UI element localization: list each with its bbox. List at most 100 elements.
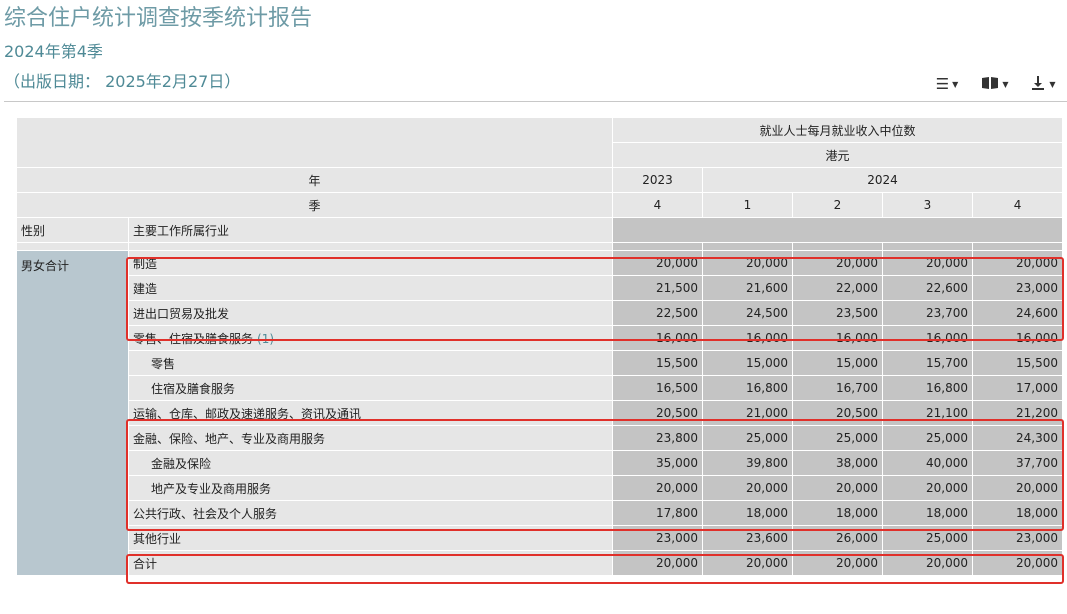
industry-label: 住宿及膳食服务	[128, 375, 613, 401]
industry-label-text: 制造	[133, 256, 158, 271]
table-row: 金融、保险、地产、专业及商用服务 23,800 25,000 25,000 25,000…	[17, 425, 1064, 451]
industry-label: 进出口贸易及批发	[128, 300, 613, 326]
value-cell: 18,000	[971, 500, 1064, 526]
value-cell: 25,000	[792, 425, 883, 451]
value-cell: 22,600	[882, 275, 973, 301]
industry-label: 公共行政、社会及个人服务	[128, 500, 613, 526]
industry-label: 合计	[128, 550, 613, 576]
spacer-cell	[882, 242, 973, 251]
industry-column-header: 主要工作所属行业	[128, 217, 613, 243]
industry-label-text: 零售、住宿及膳食服务	[133, 331, 254, 346]
caret-down-icon: ▼	[1002, 79, 1009, 89]
publication-date: （出版日期： 2025年2月27日）	[4, 72, 241, 91]
industry-label: 建造	[128, 275, 613, 301]
quarter-cell: 2	[792, 192, 883, 218]
table-row: 合计 20,000 20,000 20,000 20,000 20,000	[17, 550, 1064, 576]
list-icon: ☰	[935, 75, 950, 93]
page-title: 综合住户统计调查按季统计报告	[4, 6, 313, 31]
value-cell: 20,000	[792, 475, 883, 501]
value-cell: 16,000	[971, 325, 1064, 351]
year-label: 年	[16, 167, 613, 193]
industry-label-text: 进出口贸易及批发	[133, 306, 230, 321]
value-cell: 20,000	[612, 550, 703, 576]
year-cell: 2024	[701, 167, 1064, 193]
table-row: 男女合计 制造 20,000 20,000 20,000 20,000 20,000	[16, 250, 1064, 576]
value-cell: 16,000	[612, 325, 703, 351]
value-cell: 16,500	[612, 375, 703, 401]
value-cell: 15,500	[612, 350, 703, 376]
download-icon	[1030, 75, 1046, 94]
book-icon	[981, 76, 999, 93]
value-cell: 20,000	[971, 250, 1064, 276]
measure-header-row: 就业人士每月就业收入中位数	[16, 117, 1064, 168]
value-cell: 23,000	[971, 275, 1064, 301]
quarter-cell: 3	[882, 192, 973, 218]
value-cell: 18,000	[882, 500, 973, 526]
table-row: 公共行政、社会及个人服务 17,800 18,000 18,000 18,000 18,0…	[17, 500, 1064, 526]
value-cell: 20,000	[702, 250, 793, 276]
value-cell: 40,000	[882, 450, 973, 476]
value-cell: 16,800	[882, 375, 973, 401]
value-cell: 17,000	[971, 375, 1064, 401]
value-cell: 18,000	[792, 500, 883, 526]
download-menu-button[interactable]: ▼	[1019, 74, 1067, 94]
value-cell: 21,000	[702, 400, 793, 426]
quarter-cell: 1	[702, 192, 793, 218]
value-cell: 24,600	[971, 300, 1064, 326]
value-cell: 37,700	[971, 450, 1064, 476]
table-row: 建造 21,500 21,600 22,000 22,600 23,000	[17, 275, 1064, 301]
value-cell: 20,000	[882, 250, 973, 276]
footnote-link[interactable]: (1)	[257, 332, 274, 346]
value-cell: 16,000	[702, 325, 793, 351]
year-cell: 2023	[612, 167, 703, 193]
value-cell: 15,500	[971, 350, 1064, 376]
value-cell: 38,000	[792, 450, 883, 476]
value-cell: 20,000	[792, 250, 883, 276]
industry-label: 运输、仓库、邮政及速递服务、资讯及通讯	[128, 400, 613, 426]
value-cell: 21,600	[702, 275, 793, 301]
report-period: 2024年第4季	[4, 42, 103, 61]
book-menu-button[interactable]: ▼	[971, 74, 1019, 94]
table-row: 其他行业 23,000 23,600 26,000 25,000 23,000	[17, 525, 1064, 551]
spacer-cell	[128, 242, 613, 251]
quarter-cell: 4	[971, 192, 1064, 218]
value-cell: 23,700	[882, 300, 973, 326]
industry-label: 地产及专业及商用服务	[128, 475, 613, 501]
value-cell: 20,000	[882, 550, 973, 576]
value-cell: 16,000	[792, 325, 883, 351]
caret-down-icon: ▼	[1049, 79, 1056, 89]
value-cell: 20,500	[612, 400, 703, 426]
value-cell: 25,000	[702, 425, 793, 451]
value-cell: 20,000	[702, 475, 793, 501]
table-row: 零售 15,500 15,000 15,000 15,700 15,500	[17, 350, 1064, 376]
list-menu-button[interactable]: ☰ ▼	[923, 74, 971, 94]
value-cell: 26,000	[792, 525, 883, 551]
spacer-row	[16, 242, 1064, 251]
industry-label-text: 零售	[151, 356, 176, 371]
value-cell: 22,500	[612, 300, 703, 326]
measure-title: 就业人士每月就业收入中位数	[611, 117, 1064, 143]
industry-label-text: 金融及保险	[151, 456, 212, 471]
value-cell: 23,000	[971, 525, 1064, 551]
value-cell: 21,100	[882, 400, 973, 426]
spacer-cell	[702, 242, 793, 251]
industry-label: 金融及保险	[128, 450, 613, 476]
value-cell: 20,000	[702, 550, 793, 576]
value-cell: 21,500	[612, 275, 703, 301]
industry-label: 金融、保险、地产、专业及商用服务	[128, 425, 613, 451]
value-cell: 25,000	[882, 525, 973, 551]
value-cell: 20,000	[971, 475, 1064, 501]
table-row: 进出口贸易及批发 22,500 24,500 23,500 23,700 24,600	[17, 300, 1064, 326]
caret-down-icon: ▼	[952, 79, 959, 89]
value-cell: 22,000	[792, 275, 883, 301]
statistics-table-container: 就业人士每月就业收入中位数 港元 年 2023 2024 季 4 1 2 3 4…	[16, 117, 1064, 576]
report-header: 综合住户统计调查按季统计报告 2024年第4季 （出版日期： 2025年2月27…	[0, 0, 1067, 104]
industry-label: 零售、住宿及膳食服务 (1)	[128, 325, 613, 351]
sex-category-cell: 男女合计	[16, 250, 129, 576]
industry-label-text: 其他行业	[133, 531, 182, 546]
table-row: 运输、仓库、邮政及速递服务、资讯及通讯 20,500 21,000 20,500 21,…	[17, 400, 1064, 426]
industry-label-text: 金融、保险、地产、专业及商用服务	[133, 431, 326, 446]
value-cell: 15,000	[702, 350, 793, 376]
column-header-row: 性别 主要工作所属行业	[16, 217, 1064, 243]
value-cell: 16,700	[792, 375, 883, 401]
